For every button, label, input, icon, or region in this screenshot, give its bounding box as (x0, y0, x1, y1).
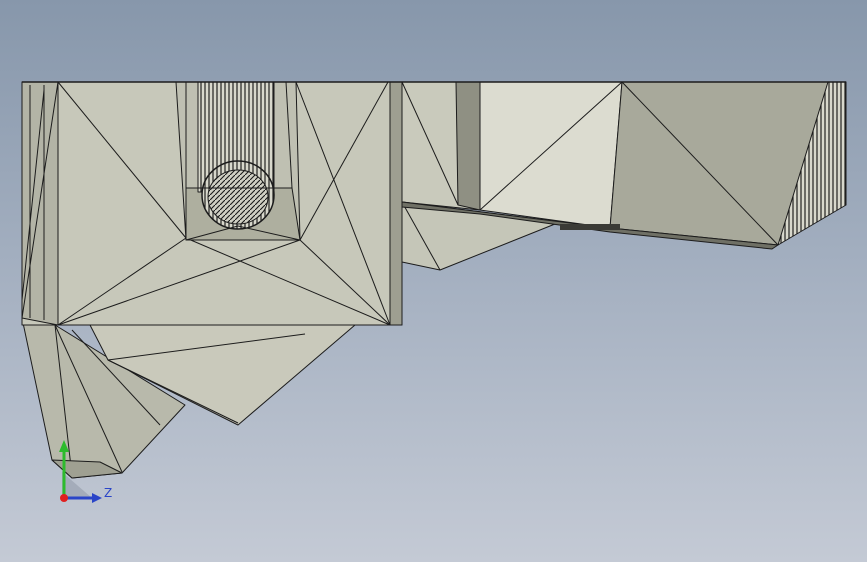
3d-viewport[interactable]: Z (0, 0, 867, 562)
right-block-face[interactable] (479, 81, 623, 229)
model-render[interactable]: Z (0, 0, 867, 562)
z-axis-label: Z (104, 486, 112, 500)
